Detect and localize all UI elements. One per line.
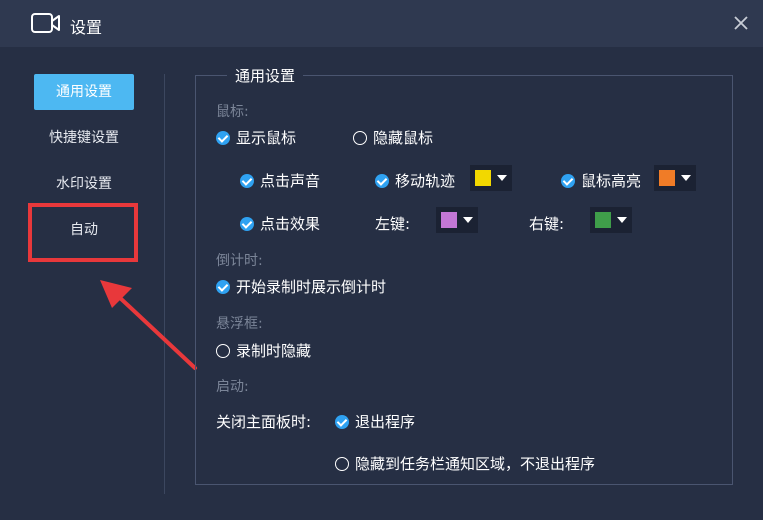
color-swatch [659, 170, 675, 186]
chevron-down-icon [497, 175, 507, 181]
move-track-color-picker[interactable] [470, 165, 512, 191]
checked-icon [240, 173, 254, 188]
hide-when-recording-option[interactable]: 录制时隐藏 [216, 340, 311, 361]
checked-icon [216, 279, 230, 294]
radio-unchecked-icon [335, 456, 349, 471]
right-key-color-picker[interactable] [590, 207, 632, 233]
checked-icon [561, 173, 575, 188]
color-swatch [475, 170, 491, 186]
close-icon[interactable] [731, 13, 751, 33]
checked-icon [216, 130, 230, 145]
show-countdown-label: 开始录制时展示倒计时 [236, 278, 387, 296]
click-sound-label: 点击声音 [260, 172, 321, 190]
left-key-color-picker[interactable] [436, 207, 478, 233]
show-countdown-checkbox[interactable]: 开始录制时展示倒计时 [216, 276, 386, 297]
highlight-color-picker[interactable] [654, 165, 696, 191]
sidebar-item-watermark[interactable]: 水印设置 [34, 166, 134, 202]
right-key-label: 右键: [529, 215, 565, 233]
minimize-to-tray-label: 隐藏到任务栏通知区域，不退出程序 [355, 455, 596, 473]
left-key-label: 左键: [375, 215, 411, 233]
sidebar-item-shortcuts[interactable]: 快捷键设置 [34, 120, 134, 156]
mouse-section-label: 鼠标: [216, 104, 249, 120]
minimize-to-tray-option[interactable]: 隐藏到任务栏通知区域，不退出程序 [335, 453, 595, 474]
hide-mouse-option[interactable]: 隐藏鼠标 [353, 127, 433, 148]
exit-program-label: 退出程序 [355, 413, 416, 431]
click-sound-checkbox[interactable]: 点击声音 [240, 170, 320, 191]
group-legend: 通用设置 [227, 65, 304, 86]
checked-icon [335, 414, 349, 429]
checked-icon [240, 216, 254, 231]
hide-when-recording-label: 录制时隐藏 [236, 342, 312, 360]
mouse-highlight-checkbox[interactable]: 鼠标高亮 [561, 170, 641, 191]
exit-program-option[interactable]: 退出程序 [335, 411, 415, 432]
show-mouse-option[interactable]: 显示鼠标 [216, 127, 296, 148]
chevron-down-icon [681, 175, 691, 181]
chevron-down-icon [617, 217, 627, 223]
show-mouse-label: 显示鼠标 [236, 129, 297, 147]
move-track-label: 移动轨迹 [395, 172, 456, 190]
radio-unchecked-icon [216, 343, 230, 358]
close-panel-label: 关闭主面板时: [216, 413, 312, 431]
title-bar: 设置 [0, 0, 763, 47]
mouse-highlight-label: 鼠标高亮 [581, 172, 642, 190]
float-section-label: 悬浮框: [216, 316, 263, 332]
sidebar-item-general[interactable]: 通用设置 [34, 74, 134, 110]
window-title: 设置 [70, 18, 103, 37]
color-swatch [595, 212, 611, 228]
hide-mouse-label: 隐藏鼠标 [373, 129, 434, 147]
annotation-highlight-box [28, 203, 138, 262]
chevron-down-icon [463, 217, 473, 223]
color-swatch [441, 212, 457, 228]
checked-icon [375, 173, 389, 188]
countdown-section-label: 倒计时: [216, 253, 263, 269]
click-effect-checkbox[interactable]: 点击效果 [240, 213, 320, 234]
click-effect-label: 点击效果 [260, 215, 321, 233]
startup-section-label: 启动: [216, 379, 249, 395]
radio-unchecked-icon [353, 130, 367, 145]
move-track-checkbox[interactable]: 移动轨迹 [375, 170, 455, 191]
annotation-arrow [100, 280, 197, 370]
video-camera-icon [31, 13, 60, 33]
